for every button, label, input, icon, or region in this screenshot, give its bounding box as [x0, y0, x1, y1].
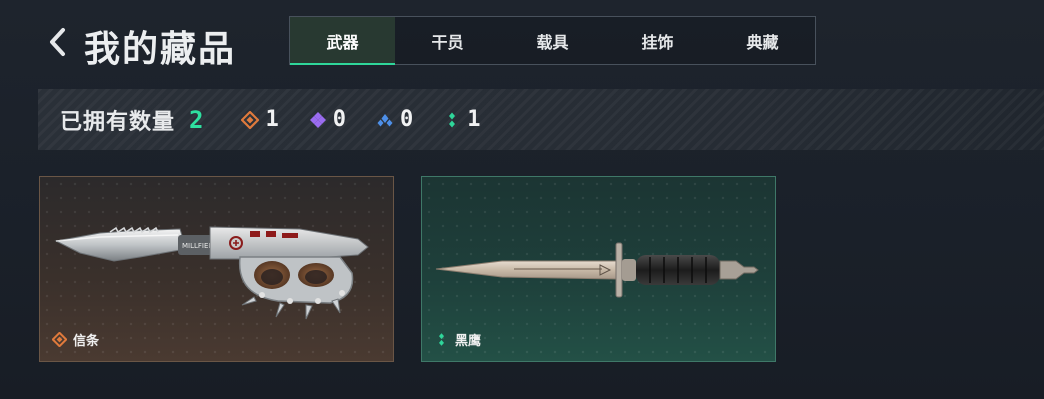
item-name-label: 黑鹰 — [455, 334, 482, 349]
header: 我的藏品 武器 干员 载具 挂饰 典藏 — [0, 0, 1044, 88]
item-card[interactable]: 黑鹰 — [421, 176, 776, 362]
tab-collection[interactable]: 典藏 — [710, 17, 815, 64]
rarity-green-stat: 1 — [443, 107, 480, 132]
item-name: 黑鹰 — [434, 330, 481, 349]
tab-vehicles[interactable]: 载具 — [500, 17, 605, 64]
orange-diamond-icon — [52, 332, 67, 347]
owned-count-label: 已拥有数量 — [60, 109, 176, 135]
tab-charms[interactable]: 挂饰 — [605, 17, 710, 64]
rarity-purple-count: 0 — [332, 107, 346, 132]
chevron-left-icon — [50, 28, 65, 56]
rarity-green-count: 1 — [467, 107, 481, 132]
back-button[interactable] — [40, 24, 74, 60]
item-card[interactable]: MILLFIELD 信条 — [39, 176, 394, 362]
item-name-label: 信条 — [73, 334, 100, 349]
category-tabs: 武器 干员 载具 挂饰 典藏 — [289, 16, 816, 65]
page-title: 我的藏品 — [84, 29, 237, 70]
tab-operators[interactable]: 干员 — [395, 17, 500, 64]
item-name: 信条 — [52, 330, 99, 349]
rarity-purple-stat: 0 — [309, 107, 346, 132]
purple-diamond-icon — [309, 111, 327, 129]
owned-total-count: 2 — [189, 105, 204, 134]
green-dots-icon — [434, 332, 449, 347]
green-dots-icon — [443, 111, 461, 129]
rarity-orange-count: 1 — [265, 107, 279, 132]
rarity-blue-stat: 0 — [376, 107, 413, 132]
rarity-blue-count: 0 — [399, 107, 414, 132]
blue-triangle-icon — [376, 111, 394, 129]
tab-weapons[interactable]: 武器 — [290, 17, 395, 65]
owned-stats-bar: 已拥有数量 2 1 0 0 1 — [38, 89, 1044, 150]
rarity-orange-stat: 1 — [241, 107, 279, 132]
orange-diamond-icon — [241, 110, 260, 129]
